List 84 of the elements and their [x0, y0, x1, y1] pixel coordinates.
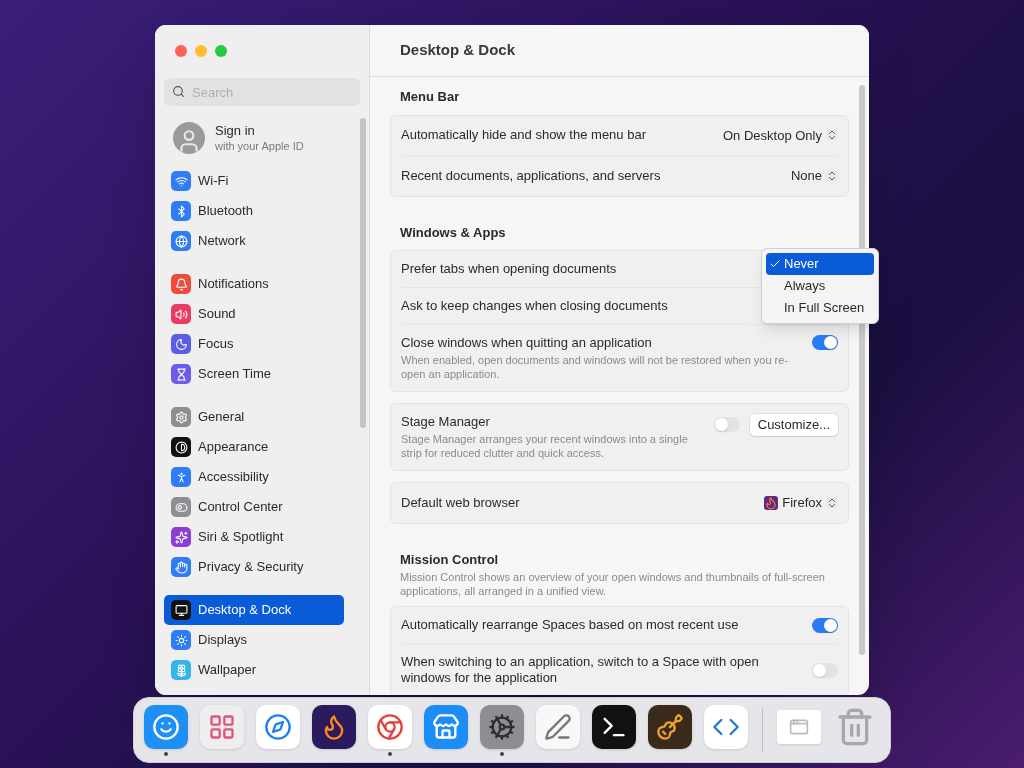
account-title: Sign in	[215, 123, 256, 139]
sidebar-item[interactable]: Displays	[164, 625, 344, 655]
checkmark-icon	[769, 258, 781, 270]
dock-flame-icon[interactable]	[312, 704, 356, 749]
dock-grid-icon[interactable]	[200, 704, 244, 749]
dock-pen-paper-icon[interactable]	[536, 704, 580, 749]
sun-icon	[171, 630, 191, 650]
popup-button[interactable]: On Desktop Only	[723, 125, 838, 145]
avatar-silhouette-icon	[173, 122, 205, 154]
browser-popup-button[interactable]: Firefox	[764, 493, 838, 513]
sidebar-item[interactable]: Appearance	[164, 432, 344, 462]
dock-browser-wheel-icon[interactable]	[368, 704, 412, 749]
setting-label: Prefer tabs when opening documents	[401, 261, 617, 277]
sidebar-item[interactable]: Wallpaper	[164, 655, 344, 685]
dock-face-icon[interactable]	[144, 704, 188, 749]
sidebar-item[interactable]: Notifications	[164, 269, 344, 299]
sidebar-item[interactable]: General	[164, 402, 344, 432]
monitor-icon	[171, 600, 191, 620]
globe-icon	[171, 231, 191, 251]
flame-icon	[764, 495, 779, 510]
popup-button[interactable]: None	[790, 166, 838, 186]
setting-label: Close windows when quitting an application	[401, 335, 653, 351]
setting-label: Automatically hide and show the menu bar	[401, 127, 646, 144]
sidebar-item[interactable]: Privacy & Security	[164, 552, 344, 582]
sidebar-item[interactable]: Accessibility	[164, 462, 344, 492]
toggle-switch[interactable]	[812, 662, 838, 678]
flower-icon	[171, 660, 191, 680]
customize-button[interactable]: Customize...	[749, 414, 838, 436]
toggle-switch[interactable]	[812, 335, 838, 350]
sidebar-item[interactable]: Wi-Fi	[164, 166, 344, 196]
scrollbar[interactable]	[360, 118, 366, 428]
person-icon	[171, 467, 191, 487]
setting-description: Stage Manager arranges your recent windows into a single strip for reduced clutter and quick access.	[401, 432, 689, 460]
toggle-switch[interactable]	[713, 417, 740, 433]
wifi-icon	[171, 171, 191, 191]
zoom-button[interactable]	[215, 45, 227, 57]
sparkle-icon	[171, 527, 191, 547]
sidebar-item[interactable]: Sound	[164, 299, 344, 329]
dock-terminal-icon[interactable]	[592, 704, 636, 749]
window-title: Desktop & Dock	[400, 40, 516, 61]
sign-in-item[interactable]: Sign in with your Apple ID	[164, 122, 360, 154]
close-button[interactable]	[175, 45, 187, 57]
section-description: Mission Control shows an overview of your open windows and thumbnails of full-screen applications, all arranged in a unified view.	[399, 570, 826, 598]
toggle-switch[interactable]	[812, 617, 838, 633]
sidebar-item[interactable]: Screen Time	[164, 359, 344, 389]
setting-label: Ask to keep changes when closing documents	[401, 298, 668, 314]
setting-label: When switching to an application, switch to a Space with open windows for the application	[401, 654, 760, 686]
dock-gear-icon[interactable]	[480, 704, 524, 749]
updown-chevron-icon	[826, 496, 838, 509]
dock-code-icon[interactable]	[704, 704, 748, 749]
updown-chevron-icon	[826, 129, 838, 142]
section-heading: Menu Bar	[399, 88, 461, 106]
setting-description: When enabled, open documents and windows will not be restored when you re-open an application.	[401, 353, 790, 381]
sidebar-item[interactable]: Control Center	[164, 492, 344, 522]
search-icon	[172, 85, 185, 98]
contrast-icon	[171, 437, 191, 457]
setting-label: Default web browser	[401, 494, 520, 511]
setting-label: Stage Manager	[401, 414, 491, 430]
window-thumbnail-icon[interactable]	[777, 709, 821, 744]
account-subtitle: with your Apple ID	[215, 139, 304, 153]
gear-icon	[171, 407, 191, 427]
sidebar-item[interactable]: Bluetooth	[164, 196, 344, 226]
dock-compass-icon[interactable]	[256, 704, 300, 749]
menu-item[interactable]: Never	[766, 253, 874, 275]
section-heading: Mission Control	[399, 550, 500, 569]
setting-label: Automatically rearrange Spaces based on most recent use	[401, 617, 739, 633]
bluetooth-icon	[171, 201, 191, 221]
sidebar-item[interactable]: Desktop & Dock	[164, 595, 344, 625]
updown-chevron-icon	[826, 169, 838, 182]
sidebar-item[interactable]: Network	[164, 226, 344, 256]
section-heading: Windows & Apps	[399, 223, 507, 242]
speaker-icon	[171, 304, 191, 324]
switches-icon	[171, 497, 191, 517]
menu-item[interactable]: Always	[766, 275, 874, 297]
dock-guitar-icon[interactable]	[648, 704, 692, 749]
moon-icon	[171, 334, 191, 354]
sidebar-item[interactable]: Siri & Spotlight	[164, 522, 344, 552]
menu-item[interactable]: In Full Screen	[766, 297, 874, 319]
hand-icon	[171, 557, 191, 577]
sidebar-item[interactable]: Focus	[164, 329, 344, 359]
hourglass-icon	[171, 364, 191, 384]
setting-label: Recent documents, applications, and servers	[401, 167, 661, 184]
bell-icon	[171, 274, 191, 294]
dock-store-icon[interactable]	[424, 704, 468, 749]
